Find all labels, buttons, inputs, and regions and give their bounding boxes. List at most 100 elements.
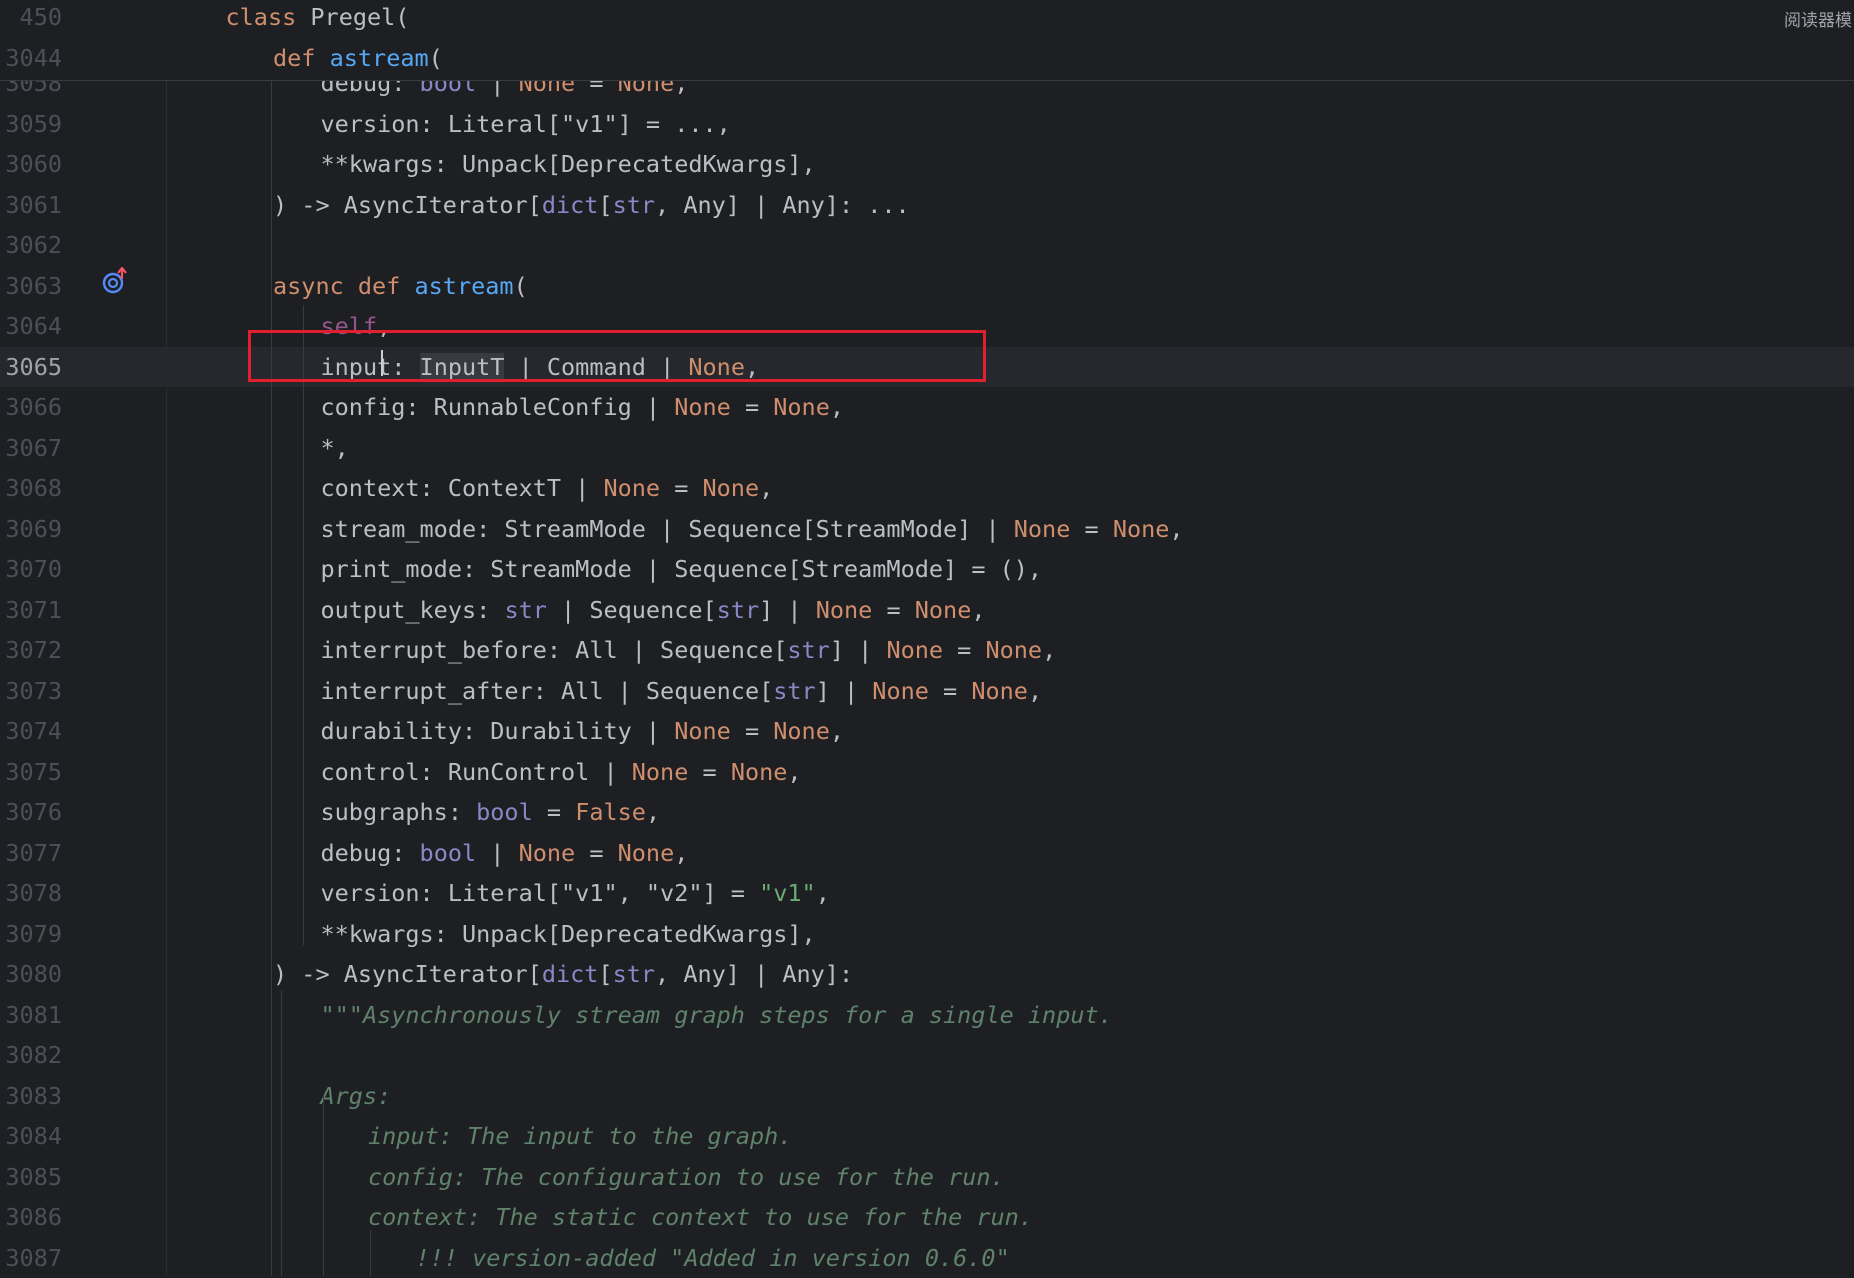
- code-line[interactable]: 3077 debug: bool | None = None,: [0, 833, 1854, 874]
- code-token: ,: [1028, 677, 1042, 705]
- code-line[interactable]: 3059 version: Literal["v1"] = ...,: [0, 104, 1854, 145]
- code-line[interactable]: 3069 stream_mode: StreamMode | Sequence[S…: [0, 509, 1854, 550]
- code-text[interactable]: interrupt_before: All | Sequence[str] | …: [321, 630, 1057, 671]
- code-line[interactable]: 3074 durability: Durability | None = None…: [0, 711, 1854, 752]
- code-line[interactable]: 3084 input: The input to the graph.: [0, 1116, 1854, 1157]
- code-line[interactable]: 3083 Args:: [0, 1076, 1854, 1117]
- code-text[interactable]: config: RunnableConfig | None = None,: [321, 387, 845, 428]
- code-line[interactable]: 3086 context: The static context to use f…: [0, 1197, 1854, 1238]
- code-line[interactable]: 3073 interrupt_after: All | Sequence[str]…: [0, 671, 1854, 712]
- code-text[interactable]: interrupt_after: All | Sequence[str] | N…: [321, 671, 1043, 712]
- code-text[interactable]: **kwargs: Unpack[DeprecatedKwargs],: [321, 144, 816, 185]
- code-text[interactable]: version: Literal["v1", "v2"] = "v1",: [321, 873, 830, 914]
- line-number[interactable]: 3076: [0, 792, 62, 833]
- code-text[interactable]: print_mode: StreamMode | Sequence[Stream…: [321, 549, 1043, 590]
- line-number[interactable]: 3080: [0, 954, 62, 995]
- code-editor[interactable]: 3058debug: bool | None = None,3059versio…: [0, 0, 1854, 1276]
- code-line[interactable]: 3081 """Asynchronously stream graph steps…: [0, 995, 1854, 1036]
- line-number[interactable]: 3071: [0, 590, 62, 631]
- code-text[interactable]: !!! version-added "Added in version 0.6.…: [416, 1238, 1010, 1278]
- line-number[interactable]: 3063: [0, 266, 62, 307]
- line-number[interactable]: 3059: [0, 104, 62, 145]
- code-text[interactable]: config: The configuration to use for the…: [368, 1157, 1005, 1198]
- code-text[interactable]: subgraphs: bool = False,: [321, 792, 661, 833]
- line-number[interactable]: 3060: [0, 144, 62, 185]
- code-token: async: [273, 272, 344, 300]
- line-number[interactable]: 3087: [0, 1238, 62, 1278]
- code-text[interactable]: ) -> AsyncIterator[dict[str, Any] | Any]…: [273, 185, 910, 226]
- code-line[interactable]: 3070 print_mode: StreamMode | Sequence[St…: [0, 549, 1854, 590]
- implements-override-icon[interactable]: [100, 267, 130, 297]
- line-number[interactable]: 3065: [0, 347, 62, 388]
- line-number[interactable]: 3085: [0, 1157, 62, 1198]
- code-text[interactable]: class Pregel(: [226, 0, 410, 38]
- line-number[interactable]: 3066: [0, 387, 62, 428]
- code-line[interactable]: 3085 config: The configuration to use for…: [0, 1157, 1854, 1198]
- code-text[interactable]: control: RunControl | None = None,: [321, 752, 802, 793]
- code-line[interactable]: 3061 ) -> AsyncIterator[dict[str, Any] | …: [0, 185, 1854, 226]
- code-line[interactable]: 3082: [0, 1035, 1854, 1076]
- line-number[interactable]: 3070: [0, 549, 62, 590]
- code-text[interactable]: ) -> AsyncIterator[dict[str, Any] | Any]…: [273, 954, 853, 995]
- code-line[interactable]: 3080 ) -> AsyncIterator[dict[str, Any] | …: [0, 954, 1854, 995]
- code-text[interactable]: debug: bool | None = None,: [321, 833, 689, 874]
- code-line[interactable]: 3071 output_keys: str | Sequence[str] | N…: [0, 590, 1854, 631]
- code-token: str: [787, 636, 829, 664]
- code-token: bool: [420, 839, 477, 867]
- line-number[interactable]: 3069: [0, 509, 62, 550]
- code-text[interactable]: Args:: [321, 1076, 392, 1117]
- code-line[interactable]: 3066 config: RunnableConfig | None = None…: [0, 387, 1854, 428]
- line-number[interactable]: 3077: [0, 833, 62, 874]
- line-number[interactable]: 3061: [0, 185, 62, 226]
- line-number[interactable]: 3064: [0, 306, 62, 347]
- code-line[interactable]: 3062: [0, 225, 1854, 266]
- code-line[interactable]: 3072 interrupt_before: All | Sequence[str…: [0, 630, 1854, 671]
- code-text[interactable]: **kwargs: Unpack[DeprecatedKwargs],: [321, 914, 816, 955]
- code-text[interactable]: input: The input to the graph.: [368, 1116, 792, 1157]
- code-line[interactable]: 3076 subgraphs: bool = False,: [0, 792, 1854, 833]
- code-text[interactable]: durability: Durability | None = None,: [321, 711, 845, 752]
- code-line[interactable]: 3075 control: RunControl | None = None,: [0, 752, 1854, 793]
- code-line[interactable]: 3087 !!! version-added "Added in version …: [0, 1238, 1854, 1278]
- code-text[interactable]: """Asynchronously stream graph steps for…: [321, 995, 1113, 1036]
- indent-guide: [271, 80, 272, 1276]
- line-number[interactable]: 3081: [0, 995, 62, 1036]
- line-number[interactable]: 3084: [0, 1116, 62, 1157]
- line-number[interactable]: 3067: [0, 428, 62, 469]
- code-text[interactable]: context: The static context to use for t…: [368, 1197, 1033, 1238]
- line-number[interactable]: 3044: [0, 38, 62, 79]
- line-number[interactable]: 3073: [0, 671, 62, 712]
- code-line[interactable]: 3078 version: Literal["v1", "v2"] = "v1",: [0, 873, 1854, 914]
- line-number[interactable]: 3068: [0, 468, 62, 509]
- line-number[interactable]: 3086: [0, 1197, 62, 1238]
- code-token: ,: [646, 798, 660, 826]
- code-line[interactable]: 3068 context: ContextT | None = None,: [0, 468, 1854, 509]
- line-number[interactable]: 3062: [0, 225, 62, 266]
- line-number[interactable]: 3082: [0, 1035, 62, 1076]
- highlight-box: [248, 330, 986, 382]
- code-line[interactable]: 3067 *,: [0, 428, 1854, 469]
- code-line[interactable]: 3063 async def astream(: [0, 266, 1854, 307]
- code-text[interactable]: context: ContextT | None = None,: [321, 468, 774, 509]
- line-number[interactable]: 3072: [0, 630, 62, 671]
- code-token: astream: [415, 272, 514, 300]
- code-text[interactable]: def astream(: [273, 38, 443, 79]
- line-number[interactable]: 450: [0, 0, 62, 38]
- code-line[interactable]: 3060 **kwargs: Unpack[DeprecatedKwargs],: [0, 144, 1854, 185]
- line-number[interactable]: 3079: [0, 914, 62, 955]
- code-line[interactable]: 450 class Pregel(: [0, 0, 1854, 38]
- line-number[interactable]: 3074: [0, 711, 62, 752]
- reader-mode-toggle[interactable]: 阅读器模: [1784, 6, 1854, 31]
- code-text[interactable]: version: Literal["v1"] = ...,: [321, 104, 731, 145]
- code-text[interactable]: async def astream(: [273, 266, 528, 307]
- line-number[interactable]: 3075: [0, 752, 62, 793]
- code-text[interactable]: output_keys: str | Sequence[str] | None …: [321, 590, 986, 631]
- line-number[interactable]: 3078: [0, 873, 62, 914]
- code-token: dict: [542, 191, 599, 219]
- code-text[interactable]: stream_mode: StreamMode | Sequence[Strea…: [321, 509, 1184, 550]
- sticky-scroll-header[interactable]: 450 class Pregel( 3044 def astream( 阅读器模: [0, 0, 1854, 81]
- line-number[interactable]: 3083: [0, 1076, 62, 1117]
- code-text[interactable]: *,: [321, 428, 349, 469]
- code-line[interactable]: 3044 def astream(: [0, 38, 1854, 79]
- code-line[interactable]: 3079 **kwargs: Unpack[DeprecatedKwargs],: [0, 914, 1854, 955]
